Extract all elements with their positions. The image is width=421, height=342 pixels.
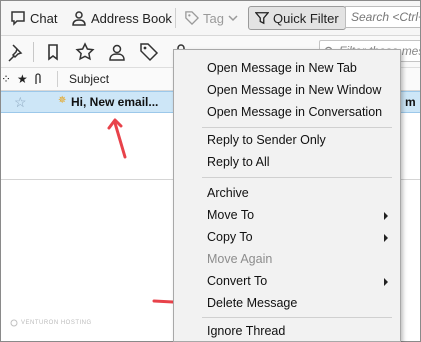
menu-separator — [202, 127, 392, 128]
star-toggle-icon[interactable]: ☆ — [14, 94, 27, 111]
message-context-menu: Open Message in New Tab Open Message in … — [173, 49, 401, 342]
sticky-pin-icon[interactable] — [6, 42, 26, 62]
chevron-down-icon — [228, 15, 238, 22]
menu-item-reply-sender[interactable]: Reply to Sender Only — [174, 130, 400, 152]
menu-separator — [202, 177, 392, 178]
address-book-label: Address Book — [91, 10, 172, 26]
tag-button[interactable]: Tag — [185, 7, 238, 29]
watermark-text: VENTURON HOSTING — [21, 320, 92, 326]
global-search-input[interactable]: Search <Ctrl+ — [345, 6, 420, 28]
menu-item-move-to[interactable]: Move To — [174, 205, 400, 227]
chat-label: Chat — [30, 10, 58, 26]
watermark-logo — [10, 319, 18, 327]
menu-item-reply-all[interactable]: Reply to All — [174, 152, 400, 174]
submenu-arrow-icon — [384, 212, 388, 220]
address-book-button[interactable]: Address Book — [71, 7, 172, 29]
annotation-arrow-up — [107, 118, 127, 159]
menu-separator — [202, 317, 392, 318]
quick-filter-button[interactable]: Quick Filter — [248, 6, 346, 30]
menu-item-archive[interactable]: Archive — [174, 183, 400, 205]
menu-item-convert-to[interactable]: Convert To — [174, 271, 400, 293]
menu-item-ignore-thread[interactable]: Ignore Thread — [174, 321, 400, 341]
column-divider — [57, 71, 58, 87]
unread-filter-icon[interactable] — [43, 42, 63, 62]
filter-icon — [255, 12, 269, 25]
menu-item-move-again: Move Again — [207, 252, 273, 266]
main-toolbar: Chat Address Book Tag Quick Filter Searc… — [1, 1, 420, 36]
attachment-column-icon[interactable] — [33, 72, 43, 86]
menu-item-open-new-tab[interactable]: Open Message in New Tab — [174, 58, 400, 80]
starred-filter-icon[interactable] — [75, 42, 95, 62]
tag-icon — [185, 11, 199, 25]
menu-item-open-new-window[interactable]: Open Message in New Window — [174, 80, 400, 102]
submenu-arrow-icon — [384, 234, 388, 242]
contact-filter-icon[interactable] — [107, 42, 127, 62]
menu-item-delete-message[interactable]: Delete Message — [174, 293, 400, 315]
filter-separator — [33, 42, 34, 62]
quick-filter-label: Quick Filter — [273, 10, 339, 26]
message-subject: Hi, New email... — [71, 95, 159, 109]
chat-button[interactable]: Chat — [10, 7, 57, 29]
new-message-icon: ✵ — [58, 95, 67, 106]
tags-filter-icon[interactable] — [139, 42, 159, 62]
tag-label: Tag — [203, 10, 224, 26]
chat-icon — [11, 11, 25, 26]
submenu-arrow-icon — [384, 278, 388, 286]
menu-item-open-conversation[interactable]: Open Message in Conversation — [174, 102, 400, 124]
address-book-icon — [72, 11, 86, 26]
toolbar-separator — [175, 8, 176, 28]
message-correspondent-fragment: m — [405, 95, 416, 109]
star-column-icon[interactable]: ★ — [17, 72, 28, 86]
menu-item-copy-to[interactable]: Copy To — [174, 227, 400, 249]
subject-column-header[interactable]: Subject — [69, 72, 109, 86]
watermark: VENTURON HOSTING — [10, 319, 92, 327]
thread-column-icon[interactable]: ⁘ — [1, 72, 11, 86]
